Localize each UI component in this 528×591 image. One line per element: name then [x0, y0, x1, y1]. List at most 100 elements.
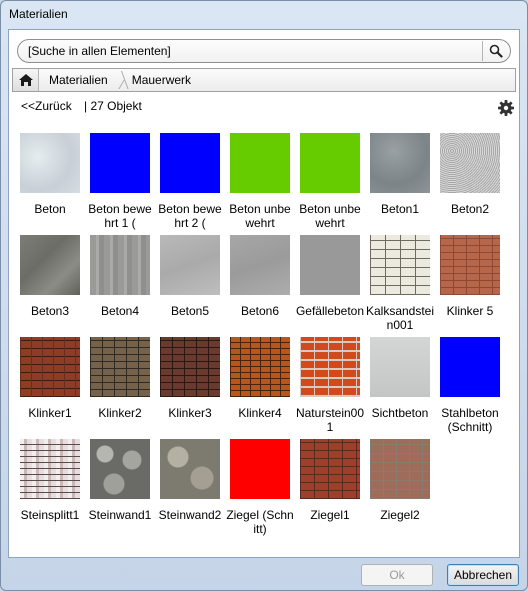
material-swatch — [300, 133, 360, 193]
material-swatch — [300, 337, 360, 397]
material-swatch — [160, 439, 220, 499]
material-swatch — [230, 235, 290, 295]
gear-icon[interactable] — [497, 99, 515, 117]
material-label: Ziegel (Schnitt) — [226, 508, 294, 536]
material-tile[interactable]: Ziegel (Schnitt) — [225, 439, 295, 541]
dialog-content: Materialien Mauerwerk <<Zurück | 27 Obje… — [8, 29, 520, 558]
material-swatch — [20, 235, 80, 295]
search-button[interactable] — [482, 41, 508, 61]
material-label: Stahlbeton (Schnitt) — [441, 406, 499, 434]
material-label: Beton bewehrt 1 ( — [88, 202, 152, 230]
material-swatch — [440, 337, 500, 397]
material-label: Gefällebeton — [295, 304, 365, 318]
material-tile[interactable]: Beton4 — [85, 235, 155, 337]
material-swatch — [230, 337, 290, 397]
material-tile[interactable]: Beton6 — [225, 235, 295, 337]
material-swatch — [370, 439, 430, 499]
material-swatch — [160, 133, 220, 193]
material-label: Beton unbewehrt — [299, 202, 361, 230]
material-swatch — [370, 235, 430, 295]
material-label: Klinker2 — [98, 406, 142, 420]
material-swatch — [90, 133, 150, 193]
material-label: Ziegel1 — [310, 508, 350, 522]
material-swatch — [20, 439, 80, 499]
material-tile[interactable]: Klinker 5 — [435, 235, 505, 337]
material-tile[interactable]: Gefällebeton — [295, 235, 365, 337]
breadcrumb-home[interactable] — [13, 69, 39, 91]
material-label: Steinwand2 — [158, 508, 222, 522]
material-swatch — [440, 133, 500, 193]
material-tile[interactable]: Beton unbewehrt — [225, 133, 295, 235]
material-tile[interactable]: Steinsplitt1 — [15, 439, 85, 541]
material-tile[interactable]: Ziegel2 — [365, 439, 435, 541]
material-swatch — [160, 235, 220, 295]
material-swatch — [230, 133, 290, 193]
material-tile[interactable]: Beton3 — [15, 235, 85, 337]
material-tile[interactable]: Klinker2 — [85, 337, 155, 439]
material-tile[interactable]: Kalksandstein001 — [365, 235, 435, 337]
ok-button[interactable]: Ok — [361, 564, 433, 586]
material-tile[interactable]: Beton unbewehrt — [295, 133, 365, 235]
material-swatch — [370, 133, 430, 193]
material-label: Naturstein001 — [295, 406, 365, 434]
cancel-button[interactable]: Abbrechen — [447, 564, 519, 586]
material-swatch — [160, 337, 220, 397]
material-tile[interactable]: Ziegel1 — [295, 439, 365, 541]
material-label: Beton unbewehrt — [229, 202, 291, 230]
material-label: Beton6 — [240, 304, 280, 318]
material-label: Ziegel2 — [380, 508, 420, 522]
material-tile[interactable]: Klinker4 — [225, 337, 295, 439]
material-label: Beton bewehrt 2 ( — [158, 202, 222, 230]
material-tile[interactable]: Klinker1 — [15, 337, 85, 439]
material-tile[interactable]: Beton2 — [435, 133, 505, 235]
material-swatch — [230, 439, 290, 499]
navigation-row: <<Zurück | 27 Objekt — [19, 99, 514, 117]
breadcrumb-item-mauerwerk[interactable]: Mauerwerk — [122, 69, 205, 91]
material-label: Beton1 — [380, 202, 420, 216]
material-swatch — [370, 337, 430, 397]
material-tile[interactable]: Beton1 — [365, 133, 435, 235]
material-tile[interactable]: Sichtbeton — [365, 337, 435, 439]
material-tile[interactable]: Beton bewehrt 2 ( — [155, 133, 225, 235]
material-label: Sichtbeton — [371, 406, 429, 420]
material-tile[interactable]: Beton bewehrt 1 ( — [85, 133, 155, 235]
search-input[interactable] — [28, 43, 468, 59]
material-swatch — [440, 235, 500, 295]
material-tile[interactable]: Beton — [15, 133, 85, 235]
material-swatch — [20, 133, 80, 193]
material-grid: Beton Beton bewehrt 1 (Beton bewehrt 2 (B… — [15, 133, 505, 541]
material-swatch — [20, 337, 80, 397]
material-label: Klinker1 — [28, 406, 72, 420]
material-label: Beton5 — [170, 304, 210, 318]
material-swatch — [90, 439, 150, 499]
breadcrumb: Materialien Mauerwerk — [12, 68, 516, 92]
material-label: Steinwand1 — [88, 508, 152, 522]
material-label: Beton2 — [450, 202, 490, 216]
material-swatch — [300, 439, 360, 499]
material-swatch — [90, 235, 150, 295]
object-count: | 27 Objekt — [84, 99, 142, 113]
material-tile[interactable]: Klinker3 — [155, 337, 225, 439]
material-label: Kalksandstein001 — [365, 304, 435, 332]
back-link[interactable]: <<Zurück — [21, 99, 72, 113]
material-swatch — [90, 337, 150, 397]
dialog-footer: Ok Abbrechen — [1, 558, 527, 590]
material-label: Beton — [34, 202, 66, 216]
material-label: Klinker3 — [168, 406, 212, 420]
material-swatch — [300, 235, 360, 295]
material-label: Beton4 — [100, 304, 140, 318]
material-label: Klinker 5 — [446, 304, 494, 318]
material-label: Steinsplitt1 — [20, 508, 80, 522]
material-label: Klinker4 — [238, 406, 282, 420]
materials-dialog: Materialien Materialien Mauerwerk <<Zurü… — [0, 0, 528, 591]
material-tile[interactable]: Naturstein001 — [295, 337, 365, 439]
breadcrumb-item-materialien[interactable]: Materialien — [39, 69, 122, 91]
search-box — [17, 39, 511, 63]
material-label: Beton3 — [30, 304, 70, 318]
material-tile[interactable]: Beton5 — [155, 235, 225, 337]
material-tile[interactable]: Stahlbeton (Schnitt) — [435, 337, 505, 439]
search-icon — [489, 44, 503, 58]
material-tile[interactable]: Steinwand1 — [85, 439, 155, 541]
home-icon — [18, 74, 33, 86]
material-tile[interactable]: Steinwand2 — [155, 439, 225, 541]
